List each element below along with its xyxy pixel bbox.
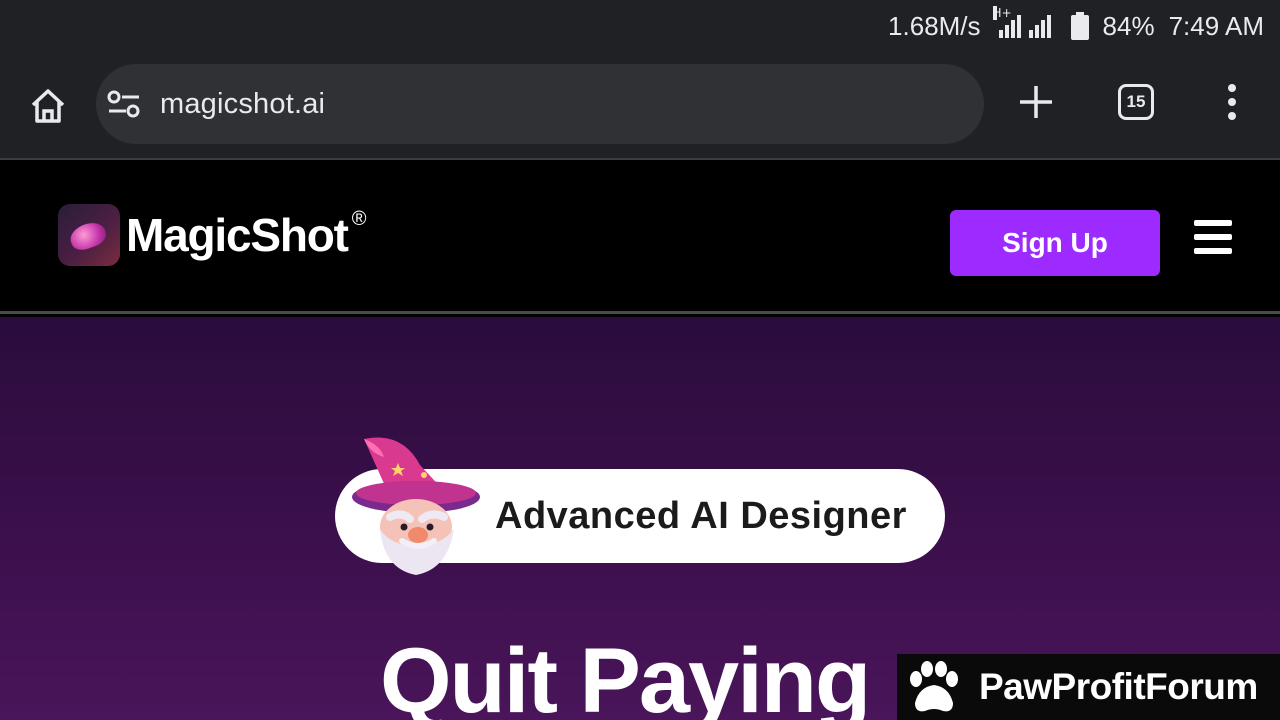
tab-count: 15 <box>1126 92 1146 111</box>
home-icon <box>31 89 65 123</box>
network-speed: 1.68M/s <box>888 10 981 41</box>
plus-icon <box>1020 86 1052 118</box>
status-bar: 1.68M/s H+ 84% 7:49 AM <box>0 0 1280 52</box>
clock: 7:49 AM <box>1168 10 1264 41</box>
hamburger-menu-icon[interactable] <box>1194 220 1232 254</box>
browser-toolbar: magicshot.ai 15 <box>0 52 1280 160</box>
site-header: MagicShot ® Sign Up <box>0 162 1280 314</box>
sign-up-button[interactable]: Sign Up <box>950 210 1160 276</box>
more-menu-button[interactable] <box>1206 76 1258 128</box>
battery-percent: 84% <box>1102 10 1155 41</box>
watermark-text: PawProfitForum <box>979 666 1258 707</box>
url-text[interactable]: magicshot.ai <box>160 88 325 121</box>
battery-icon <box>1070 12 1089 40</box>
new-tab-button[interactable] <box>1010 76 1062 128</box>
tab-switcher-button[interactable]: 15 <box>1110 76 1162 128</box>
tab-switcher-icon: 15 <box>1118 84 1154 120</box>
hero-heading: Quit Paying <box>380 630 871 720</box>
site-settings-icon <box>107 90 140 118</box>
more-menu-icon <box>1228 84 1236 92</box>
site-settings-button[interactable] <box>106 86 142 122</box>
signal-h-plus-icon: H+ <box>992 6 1057 38</box>
magicshot-logo[interactable]: MagicShot ® <box>58 204 367 266</box>
home-button[interactable] <box>22 80 74 132</box>
logo-mark-icon <box>58 204 120 266</box>
wizard-mascot-icon <box>352 437 480 575</box>
paw-icon <box>910 661 958 712</box>
logo-text: MagicShot <box>126 209 349 261</box>
address-bar[interactable]: magicshot.ai <box>96 64 984 144</box>
network-type-label: H+ <box>992 6 1012 20</box>
status-indicators: 1.68M/s H+ 84% 7:49 AM <box>888 6 1264 44</box>
registered-mark: ® <box>351 208 367 230</box>
badge-text: Advanced AI Designer <box>495 494 907 537</box>
pawprofitforum-watermark: PawProfitForum <box>897 654 1280 720</box>
